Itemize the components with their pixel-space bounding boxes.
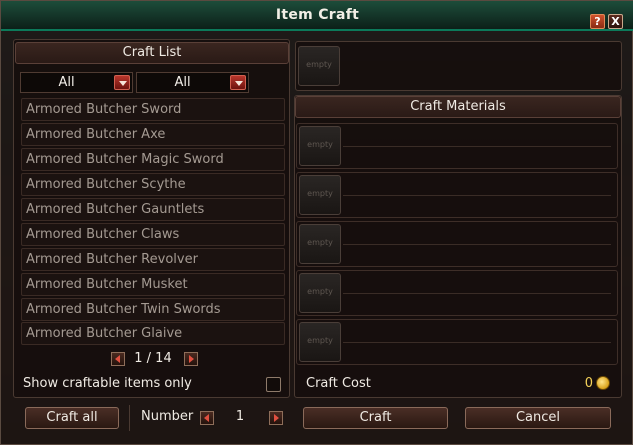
material-name-line <box>343 146 611 147</box>
help-icon[interactable]: ? <box>590 14 605 29</box>
craft-list-item[interactable]: Armored Butcher Twin Swords <box>21 298 285 321</box>
craft-list-item[interactable]: Armored Butcher Scythe <box>21 173 285 196</box>
material-slot-label: empty <box>307 238 333 247</box>
footer-divider <box>129 405 130 431</box>
craft-list-item[interactable]: Armored Butcher Sword <box>21 98 285 121</box>
category-filter-dropdown[interactable]: All <box>20 72 133 93</box>
material-name-line <box>343 195 611 196</box>
craft-result-panel <box>295 41 622 91</box>
window-title: Item Craft <box>275 7 360 23</box>
material-slot[interactable]: empty <box>299 273 341 313</box>
craft-materials-header: Craft Materials <box>295 96 621 118</box>
craft-button[interactable]: Craft <box>303 407 448 429</box>
craft-list-item[interactable]: Armored Butcher Axe <box>21 123 285 146</box>
material-slot[interactable]: empty <box>299 224 341 264</box>
material-slot-label: empty <box>307 189 333 198</box>
craft-list-item[interactable]: Armored Butcher Musket <box>21 273 285 296</box>
craft-all-button[interactable]: Craft all <box>25 407 119 429</box>
material-slot[interactable]: empty <box>299 322 341 362</box>
material-row: empty <box>296 172 618 218</box>
next-page-button[interactable] <box>184 352 198 366</box>
page-indicator: 1 / 14 <box>134 351 172 366</box>
result-item-slot[interactable]: empty <box>298 46 340 86</box>
craft-cost-value: 0 <box>584 376 593 391</box>
material-slot[interactable]: empty <box>299 126 341 166</box>
material-slot-label: empty <box>307 140 333 149</box>
craft-list-item[interactable]: Armored Butcher Claws <box>21 223 285 246</box>
craft-list-item[interactable]: Armored Butcher Gauntlets <box>21 198 285 221</box>
material-slot-label: empty <box>307 287 333 296</box>
material-row: empty <box>296 123 618 169</box>
result-slot-label: empty <box>306 60 332 69</box>
title-bar[interactable]: Item Craft ? X <box>1 1 633 31</box>
show-craftable-label: Show craftable items only <box>23 376 192 391</box>
material-row: empty <box>296 221 618 267</box>
material-name-line <box>343 244 611 245</box>
material-name-line <box>343 293 611 294</box>
type-filter-dropdown[interactable]: All <box>136 72 249 93</box>
cancel-button[interactable]: Cancel <box>465 407 611 429</box>
craft-list-item[interactable]: Armored Butcher Magic Sword <box>21 148 285 171</box>
gold-coin-icon <box>596 376 610 390</box>
material-name-line <box>343 342 611 343</box>
craft-list-header: Craft List <box>15 42 289 64</box>
close-icon[interactable]: X <box>608 14 623 29</box>
number-label: Number <box>141 409 194 424</box>
craft-cost-label: Craft Cost <box>306 376 371 391</box>
prev-page-button[interactable] <box>111 352 125 366</box>
increase-number-button[interactable] <box>269 411 283 425</box>
item-craft-window: Item Craft ? X Craft List All All Armore… <box>0 0 633 445</box>
dropdown-arrow-icon[interactable] <box>114 75 130 90</box>
show-craftable-checkbox[interactable] <box>266 377 281 392</box>
craft-list-item[interactable]: Armored Butcher Revolver <box>21 248 285 271</box>
material-slot-label: empty <box>307 336 333 345</box>
material-row: empty <box>296 270 618 316</box>
type-filter-value: All <box>174 75 191 90</box>
material-row: empty <box>296 319 618 365</box>
category-filter-value: All <box>58 75 75 90</box>
craft-list-item[interactable]: Armored Butcher Glaive <box>21 322 285 345</box>
dropdown-arrow-icon[interactable] <box>230 75 246 90</box>
decrease-number-button[interactable] <box>200 411 214 425</box>
material-slot[interactable]: empty <box>299 175 341 215</box>
number-value[interactable]: 1 <box>217 409 263 424</box>
